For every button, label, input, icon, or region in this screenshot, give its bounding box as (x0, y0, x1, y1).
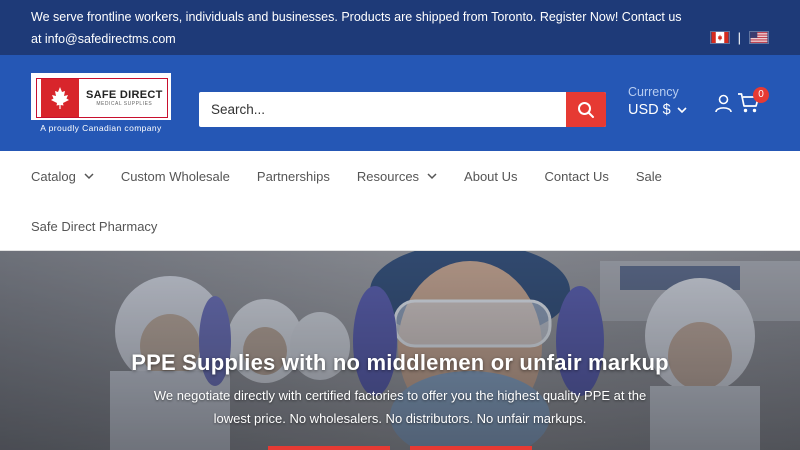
logo-mark: SAFE DIRECT MEDICAL SUPPLIES (36, 78, 168, 118)
hero-primary-button[interactable] (268, 446, 390, 450)
nav-item-safe-direct-pharmacy[interactable]: Safe Direct Pharmacy (31, 219, 157, 234)
announcement-text: We serve frontline workers, individuals … (31, 10, 682, 46)
nav-item-sale[interactable]: Sale (636, 169, 662, 184)
nav-item-label: Catalog (31, 169, 76, 184)
currency-value: USD $ (628, 102, 671, 118)
maple-leaf-icon (41, 79, 79, 117)
nav-item-label: Resources (356, 169, 420, 184)
nav-item-label: Partnerships (256, 169, 330, 184)
site-logo[interactable]: SAFE DIRECT MEDICAL SUPPLIES A proudly C… (31, 73, 171, 137)
usa-flag-icon[interactable] (749, 31, 769, 44)
cart-count-badge: 0 (753, 87, 769, 103)
nav-item-catalog[interactable]: Catalog (31, 169, 94, 184)
hero-secondary-button[interactable] (410, 446, 532, 450)
nav-item-label: Sale (635, 169, 662, 184)
chevron-down-icon (427, 173, 437, 180)
nav-item-label: Safe Direct Pharmacy (31, 219, 158, 234)
hero-banner: PPE Supplies with no middlemen or unfair… (0, 251, 800, 450)
nav-item-resources[interactable]: Resources (357, 169, 437, 184)
nav-item-partnerships[interactable]: Partnerships (257, 169, 330, 184)
announcement-bar: We serve frontline workers, individuals … (0, 0, 800, 55)
logo-tagline-bar: A proudly Canadian company (31, 120, 171, 137)
nav-item-contact-us[interactable]: Contact Us (545, 169, 609, 184)
nav-item-label: About Us (464, 169, 518, 184)
search-bar (199, 92, 606, 127)
nav-item-label: Contact Us (544, 169, 609, 184)
search-button[interactable] (566, 92, 606, 127)
nav-item-custom-wholesale[interactable]: Custom Wholesale (121, 169, 230, 184)
country-switcher: | (709, 30, 769, 45)
nav-row-primary: Catalog Custom Wholesale Partnerships Resou… (31, 169, 689, 184)
chevron-down-icon (677, 106, 687, 113)
main-navigation: Catalog Custom Wholesale Partnerships Resou… (0, 151, 800, 251)
nav-item-about-us[interactable]: About Us (464, 169, 517, 184)
user-icon (715, 94, 732, 113)
logo-tagline: A proudly Canadian company (40, 123, 162, 133)
logo-name: SAFE DIRECT (86, 89, 163, 101)
currency-selector[interactable]: Currency USD $ (628, 85, 687, 118)
hero-subtitle: We negotiate directly with certified fac… (153, 388, 647, 426)
canada-flag-icon[interactable] (709, 31, 730, 44)
logo-subname: MEDICAL SUPPLIES (96, 101, 153, 107)
search-input[interactable] (199, 92, 566, 127)
search-icon (578, 101, 594, 118)
chevron-down-icon (84, 173, 94, 180)
account-button[interactable] (714, 94, 733, 118)
hero-title: PPE Supplies with no middlemen or unfair… (131, 350, 669, 375)
flag-separator: | (737, 30, 741, 45)
currency-label: Currency (628, 85, 679, 99)
site-header: SAFE DIRECT MEDICAL SUPPLIES A proudly C… (0, 55, 800, 151)
nav-row-secondary: Safe Direct Pharmacy (31, 219, 184, 234)
nav-item-label: Custom Wholesale (120, 169, 230, 184)
